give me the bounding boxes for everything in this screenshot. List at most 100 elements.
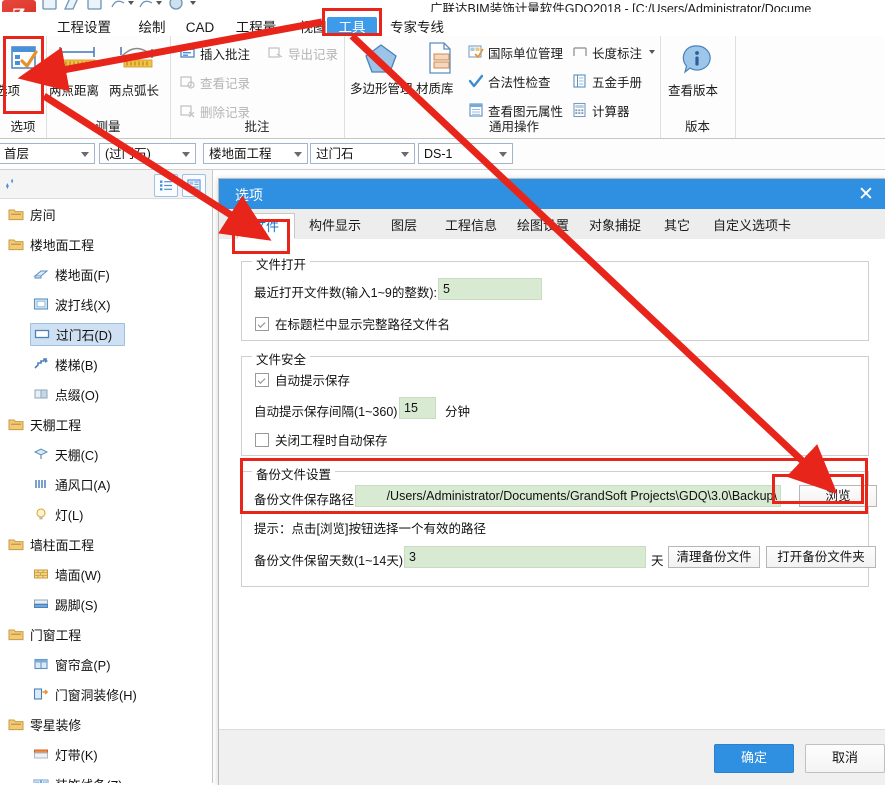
tree-item-17[interactable]: 零星装修 xyxy=(0,709,211,739)
tab-draw-settings[interactable]: 绘图设置 xyxy=(509,213,577,239)
auto-save-on-close-checkbox[interactable]: 关闭工程时自动保存 xyxy=(255,430,388,449)
tree-item-label: 墙柱面工程 xyxy=(30,537,94,553)
fieldset-file-safety-legend: 文件安全 xyxy=(252,349,311,368)
length-dimension-button[interactable]: 长度标注 xyxy=(572,41,656,63)
tree-item-2[interactable]: 楼地面(F) xyxy=(0,259,211,289)
wall-face-icon xyxy=(32,566,50,582)
insert-comment-button[interactable]: 插入批注 xyxy=(180,42,250,64)
tree-item-7[interactable]: 天棚工程 xyxy=(0,409,211,439)
combo-discipline[interactable]: 楼地面工程 xyxy=(203,143,308,164)
tree-item-3[interactable]: 波打线(X) xyxy=(0,289,211,319)
tab-file[interactable]: 文件 xyxy=(237,213,295,239)
tree-item-16[interactable]: 门窗洞装修(H) xyxy=(0,679,211,709)
fieldset-file-open-legend: 文件打开 xyxy=(252,254,311,273)
ribbon-tab-strip: 工程设置 绘制 CAD 工程量 视图 工具 专家专线 xyxy=(0,12,885,39)
chevron-down-icon[interactable] xyxy=(81,152,89,157)
clean-backup-button[interactable]: 清理备份文件 xyxy=(668,546,760,568)
material-library-label: 材质库 xyxy=(416,82,454,96)
ok-button[interactable]: 确定 xyxy=(714,744,794,773)
component-tree[interactable]: 房间 楼地面工程 楼地面(F) 波打线(X) 过门石(D) 楼梯(B) 点缀(O) 天棚工程天… xyxy=(0,199,211,783)
detail-view-button[interactable] xyxy=(182,174,206,197)
show-full-path-checkbox[interactable]: 在标题栏中显示完整路径文件名 xyxy=(255,314,450,333)
tree-item-14[interactable]: 门窗工程 xyxy=(0,619,211,649)
tree-item-10[interactable]: 灯(L) xyxy=(0,499,211,529)
tree-item-8[interactable]: 天棚(C) xyxy=(0,439,211,469)
cancel-button[interactable]: 取消 xyxy=(805,744,885,773)
tree-item-12[interactable]: 墙面(W) xyxy=(0,559,211,589)
auto-save-interval-input[interactable]: 15 xyxy=(399,397,436,419)
stair-icon xyxy=(32,356,50,372)
close-icon[interactable]: ✕ xyxy=(854,182,878,206)
tree-item-18[interactable]: 灯带(K) xyxy=(0,739,211,769)
auto-prompt-save-checkbox[interactable]: 自动提示保存 xyxy=(255,370,350,389)
checkbox-icon xyxy=(255,316,269,331)
ribbon-group-comment-label: 批注 xyxy=(244,120,270,134)
chevron-down-icon[interactable] xyxy=(401,152,409,157)
tab-other[interactable]: 其它 xyxy=(653,213,701,239)
tree-item-label: 天棚(C) xyxy=(55,447,99,463)
chevron-down-icon[interactable] xyxy=(294,152,302,157)
tab-custom[interactable]: 自定义选项卡 xyxy=(705,213,799,239)
options-button[interactable]: 选项 xyxy=(0,40,51,98)
tab-component-display[interactable]: 构件显示 xyxy=(299,213,371,239)
validity-check-button[interactable]: 合法性检查 xyxy=(468,70,551,92)
tree-item-label: 过门石(D) xyxy=(56,327,113,343)
tree-item-label: 点缀(O) xyxy=(55,387,100,403)
tree-item-content: 墙面(W) xyxy=(30,564,113,585)
combo-component-code[interactable]: DS-1 xyxy=(418,143,513,164)
tree-item-13[interactable]: 踢脚(S) xyxy=(0,589,211,619)
options-button-label: 选项 xyxy=(0,84,21,98)
ceiling-icon xyxy=(32,446,50,462)
recent-count-input[interactable]: 5 xyxy=(438,278,542,300)
recent-count-label: 最近打开文件数(输入1~9的整数): xyxy=(254,286,438,300)
tree-item-9[interactable]: 通风口(A) xyxy=(0,469,211,499)
auto-save-interval-label: 自动提示保存间隔(1~360) xyxy=(254,405,398,419)
backup-path-input[interactable]: /Users/Administrator/Documents/GrandSoft… xyxy=(355,485,781,507)
tree-item-6[interactable]: 点缀(O) xyxy=(0,379,211,409)
tree-item-5[interactable]: 楼梯(B) xyxy=(0,349,211,379)
ribbon-group-comment: 插入批注 导出记录 查看记录 删除记录 批注 xyxy=(170,36,345,138)
dialog-footer: 确定 取消 xyxy=(219,729,885,785)
browse-button[interactable]: 浏览 xyxy=(799,485,877,507)
two-point-distance-button[interactable]: 两点距离 xyxy=(49,40,105,98)
chevron-down-icon[interactable] xyxy=(649,50,656,54)
calculator-button[interactable]: 计算器 xyxy=(572,99,630,121)
validity-check-label: 合法性检查 xyxy=(488,75,551,90)
info-version-icon xyxy=(668,40,726,80)
ribbon-group-version: 查看版本 版本 xyxy=(660,36,736,138)
unit-manage-button[interactable]: 国际单位管理 xyxy=(468,41,563,63)
tab-layer[interactable]: 图层 xyxy=(375,213,433,239)
combo-floor[interactable]: 首层 xyxy=(0,143,95,164)
detail-view-icon xyxy=(187,179,201,192)
list-view-button[interactable] xyxy=(154,174,178,197)
hardware-manual-button[interactable]: 五金手册 xyxy=(572,70,642,92)
material-library-button[interactable]: 材质库 xyxy=(416,38,464,96)
combo-component[interactable]: 过门石 xyxy=(310,143,415,164)
open-backup-folder-button[interactable]: 打开备份文件夹 xyxy=(766,546,876,568)
backup-keep-days-input[interactable]: 3 xyxy=(404,546,646,568)
view-version-button[interactable]: 查看版本 xyxy=(668,40,726,98)
auto-prompt-save-label: 自动提示保存 xyxy=(275,374,351,388)
tree-item-content: 零星装修 xyxy=(5,714,93,735)
two-point-distance-icon xyxy=(49,40,105,80)
two-point-arc-button[interactable]: 两点弧长 xyxy=(109,40,165,98)
quick-access-toolbar[interactable] xyxy=(40,0,220,12)
chevron-down-icon[interactable] xyxy=(499,152,507,157)
decor-molding-icon xyxy=(32,776,50,783)
tree-item-0[interactable]: 房间 xyxy=(0,199,211,229)
folder-icon xyxy=(7,206,25,222)
tree-item-content: 踢脚(S) xyxy=(30,594,110,615)
fieldset-file-safety: 文件安全 自动提示保存 自动提示保存间隔(1~360) 15 分钟 关闭工程时自… xyxy=(241,349,869,456)
tree-item-11[interactable]: 墙柱面工程 xyxy=(0,529,211,559)
show-full-path-label: 在标题栏中显示完整路径文件名 xyxy=(275,318,451,332)
combo-component-type[interactable]: (过门石) xyxy=(99,143,196,164)
tab-project-info[interactable]: 工程信息 xyxy=(437,213,505,239)
tree-item-15[interactable]: 窗帘盒(P) xyxy=(0,649,211,679)
tree-item-4[interactable]: 过门石(D) xyxy=(0,319,211,349)
tab-object-snap[interactable]: 对象捕捉 xyxy=(581,213,649,239)
polygon-manage-button[interactable]: 多边形管理 xyxy=(350,38,413,96)
tree-item-19[interactable]: 装饰线条(Z) xyxy=(0,769,211,783)
tree-item-1[interactable]: 楼地面工程 xyxy=(0,229,211,259)
chevron-down-icon[interactable] xyxy=(182,152,190,157)
unit-manage-label: 国际单位管理 xyxy=(488,46,564,61)
